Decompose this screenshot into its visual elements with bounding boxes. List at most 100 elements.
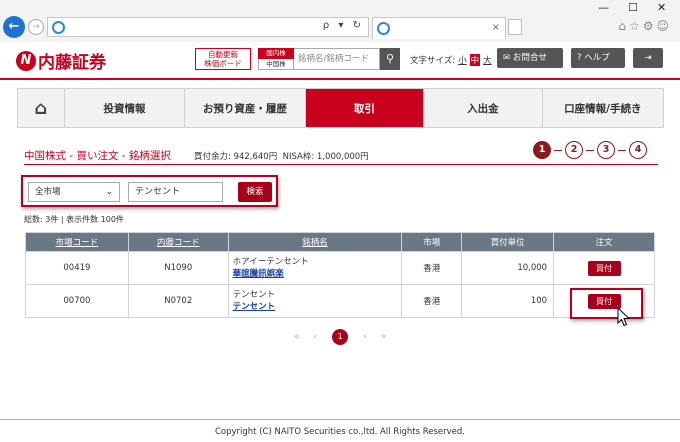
stock-search-group: 国内株 中国株 銘柄名/銘柄コード ⚲: [258, 48, 400, 70]
stock-type-china[interactable]: 中国株: [258, 59, 294, 70]
font-size-large[interactable]: 大: [483, 54, 492, 66]
font-size-control: 文字サイズ: 小 中 大: [410, 54, 492, 66]
step-connector: [618, 149, 626, 151]
prev-page-link[interactable]: ‹: [314, 332, 318, 342]
help-label: ヘルプ: [584, 53, 610, 63]
back-arrow-icon[interactable]: ←: [3, 16, 25, 38]
chevron-down-icon: ⌄: [105, 187, 113, 197]
step-2: 2: [565, 141, 583, 159]
stock-board-line1: 自動更新: [208, 50, 238, 59]
col-unit: 買付単位: [461, 232, 555, 252]
nav-deposit-withdraw[interactable]: 入出金: [424, 89, 543, 127]
stock-board-line2: 株価ボード: [204, 59, 242, 68]
search-icon[interactable]: ⚲: [380, 48, 400, 70]
font-size-small[interactable]: 小: [458, 54, 467, 66]
stock-type-domestic[interactable]: 国内株: [258, 48, 294, 59]
col-order: 注文: [553, 232, 655, 252]
col-stock-name[interactable]: 銘柄名: [227, 232, 403, 252]
logo[interactable]: N 内藤証券: [16, 48, 106, 73]
ie-page-icon: [52, 21, 65, 34]
buy-button[interactable]: 買付: [587, 260, 621, 276]
step-3: 3: [597, 141, 615, 159]
market-select[interactable]: 全市場 ⌄: [28, 182, 120, 202]
step-indicator: 1 2 3 4: [533, 141, 647, 159]
col-naito-code[interactable]: 内藤コード: [127, 232, 229, 252]
cell-stock-name: テンセント テンセント: [227, 284, 403, 318]
stock-name-kana: テンセント: [232, 290, 276, 300]
header-divider: [0, 78, 680, 80]
cell-market-code: 00419: [25, 251, 129, 285]
title-underline: [24, 164, 658, 165]
stock-name-link[interactable]: 華誼騰訊娯楽: [233, 268, 402, 280]
buy-button-highlight: [570, 288, 643, 319]
contact-label: お問合せ: [512, 53, 547, 63]
ie-tab-icon: [377, 22, 390, 35]
col-market-code[interactable]: 市場コード: [25, 232, 129, 252]
step-connector: [554, 149, 562, 151]
search-button[interactable]: 検索: [238, 182, 272, 202]
footer-divider: [0, 419, 680, 420]
forward-arrow-icon[interactable]: →: [28, 19, 44, 35]
cell-market-code: 00700: [25, 284, 129, 318]
stock-name-link[interactable]: テンセント: [233, 301, 402, 313]
step-4: 4: [629, 141, 647, 159]
table-row: 00419 N1090 ホアイーテンセント 華誼騰訊娯楽 香港 10,000 買…: [25, 251, 655, 285]
address-tools[interactable]: ρ ▾ ↻: [323, 20, 364, 31]
account-summary: 買付余力: 942,640円 NISA枠: 1,000,000円: [194, 150, 369, 162]
logout-icon: ⇥: [644, 53, 652, 63]
col-market: 市場: [401, 232, 463, 252]
question-icon: ?: [577, 53, 582, 63]
font-size-label: 文字サイズ:: [410, 56, 456, 66]
main-nav: ⌂ 投資情報 お預り資産・履歴 取引 入出金 口座情報/手続き: [17, 88, 664, 128]
new-tab-button[interactable]: [508, 19, 522, 35]
table-row: 00700 N0702 テンセント テンセント 香港 100 買付: [25, 284, 655, 318]
copyright: Copyright (C) NAITO Securities co.,ltd. …: [214, 427, 465, 437]
result-count: 総数: 3件 | 表示件数 100件: [24, 215, 124, 224]
browser-tab[interactable]: ×: [372, 17, 506, 39]
site-header: N 内藤証券 自動更新 株価ボード 国内株 中国株 銘柄名/銘柄コード ⚲ 文字…: [0, 42, 680, 80]
stock-search-input[interactable]: 銘柄名/銘柄コード: [294, 48, 380, 70]
minimize-icon[interactable]: —: [598, 2, 609, 14]
stock-name-kana: ホアイーテンセント: [232, 257, 309, 267]
results-table: 市場コード 内藤コード 銘柄名 市場 買付単位 注文 00419 N1090 ホ…: [25, 232, 655, 318]
next-page-link[interactable]: ›: [363, 332, 367, 342]
maximize-icon[interactable]: ☐: [628, 2, 638, 14]
table-header-row: 市場コード 内藤コード 銘柄名 市場 買付単位 注文: [25, 232, 655, 252]
browser-chrome: — ☐ ✕ ← → ρ ▾ ↻ × ⌂☆⚙☺: [0, 0, 680, 42]
logout-button[interactable]: ⇥: [633, 48, 663, 68]
cell-naito-code: N1090: [127, 251, 229, 285]
font-size-medium[interactable]: 中: [469, 54, 481, 66]
nisa-limit: NISA枠: 1,000,000円: [282, 152, 369, 162]
nav-home[interactable]: ⌂: [18, 89, 65, 127]
stock-type-selector[interactable]: 国内株 中国株: [258, 48, 294, 70]
tab-close-icon[interactable]: ×: [492, 22, 500, 33]
nav-trade[interactable]: 取引: [305, 89, 425, 127]
logo-text: 内藤証券: [38, 53, 106, 73]
current-page[interactable]: 1: [332, 329, 349, 345]
home-icon: ⌂: [34, 97, 48, 119]
search-filter-box: 全市場 ⌄ テンセント 検索: [21, 175, 278, 207]
help-button[interactable]: ? ヘルプ: [571, 48, 625, 68]
step-1: 1: [533, 141, 551, 159]
buying-power: 買付余力: 942,640円: [194, 152, 278, 162]
nav-investment-info[interactable]: 投資情報: [65, 89, 186, 127]
cell-order: 買付: [553, 251, 655, 285]
cell-unit: 100: [461, 284, 555, 318]
cell-market: 香港: [401, 284, 463, 318]
mouse-cursor-icon: [617, 307, 631, 327]
contact-button[interactable]: ✉ お問合せ: [497, 48, 563, 68]
keyword-input[interactable]: テンセント: [128, 182, 223, 202]
browser-tools-icons[interactable]: ⌂☆⚙☺: [618, 19, 672, 33]
cell-naito-code: N0702: [127, 284, 229, 318]
close-icon[interactable]: ✕: [657, 2, 666, 14]
step-connector: [586, 149, 594, 151]
nav-assets-history[interactable]: お預り資産・履歴: [185, 89, 306, 127]
address-bar[interactable]: ρ ▾ ↻: [47, 17, 369, 37]
nav-account-info[interactable]: 口座情報/手続き: [543, 89, 663, 127]
pagination: « ‹ 1 › »: [287, 329, 393, 345]
cell-market: 香港: [401, 251, 463, 285]
stock-board-button[interactable]: 自動更新 株価ボード: [195, 48, 251, 70]
first-page-link[interactable]: «: [294, 332, 300, 342]
mail-icon: ✉: [503, 53, 511, 63]
last-page-link[interactable]: »: [381, 332, 387, 342]
